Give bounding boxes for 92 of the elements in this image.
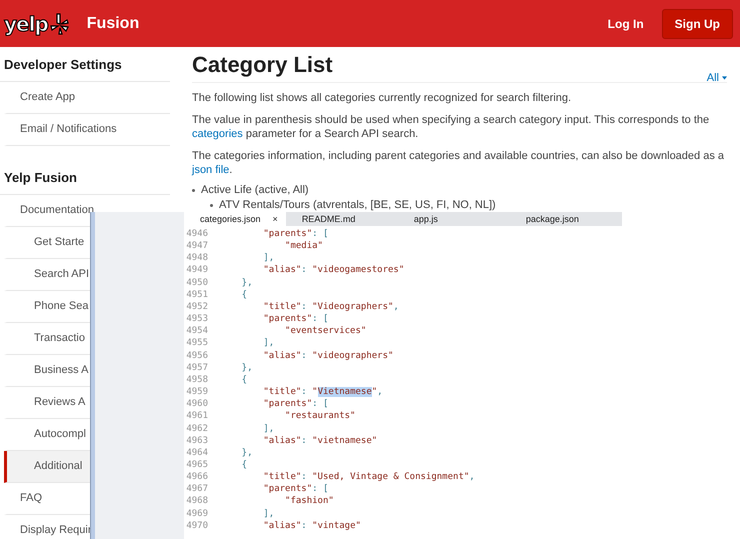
line-number: 4963: [185, 434, 209, 447]
line-number: 4951: [185, 288, 209, 301]
sidebar-item[interactable]: Display Requir: [20, 524, 92, 536]
page-title: Category List: [192, 52, 333, 78]
code-text: "title": "Videographers",: [262, 302, 399, 312]
line-number: 4958: [185, 374, 209, 386]
text-link[interactable]: categories: [192, 128, 243, 140]
line-number: 4952: [185, 300, 209, 314]
paragraph: The following list shows all categories currently recognized for search filtering.: [192, 91, 572, 105]
line-number: 4949: [185, 264, 209, 277]
sidebar-item[interactable]: Create App: [20, 91, 76, 103]
code-text: "alias": "videogamestores": [262, 265, 404, 276]
logo-text[interactable]: yelp: [4, 12, 48, 36]
line-number: 4953: [185, 313, 209, 326]
tab-label: categories.json: [200, 214, 261, 224]
editor-tab[interactable]: package.json: [510, 212, 622, 226]
tab-label: package.json: [526, 214, 579, 224]
code-text: "eventservices": [284, 326, 366, 336]
tab-label: README.md: [302, 214, 356, 224]
burst-logo-icon[interactable]: [48, 12, 69, 34]
code-text: ",: [372, 387, 383, 398]
line-number: 4955: [185, 337, 209, 350]
code-text: "parents": [: [262, 484, 328, 494]
line-number: 4969: [185, 508, 209, 520]
code-text: "title": ": [262, 387, 318, 398]
sidebar-item[interactable]: FAQ: [20, 492, 42, 504]
filter-dropdown[interactable]: All: [706, 72, 727, 84]
bullet-icon: [192, 189, 195, 192]
code-text: "parents": [: [262, 399, 328, 410]
code-text: ],: [262, 508, 274, 519]
caret-icon: [722, 76, 727, 80]
sidebar-item[interactable]: Transactio: [34, 332, 85, 344]
line-number: 4947: [185, 240, 209, 252]
sidebar-item[interactable]: Autocompl: [34, 428, 86, 440]
line-number: 4965: [185, 458, 209, 472]
close-icon[interactable]: ×: [272, 214, 278, 224]
code-text: {: [240, 374, 248, 385]
line-number: 4961: [185, 410, 209, 422]
bullet-icon: [210, 204, 213, 207]
line-number: 4964: [185, 446, 209, 459]
line-number: 4948: [185, 252, 209, 264]
sidebar-heading: Developer Settings: [0, 55, 170, 82]
editor-tab[interactable]: README.md: [286, 212, 398, 226]
line-number: 4957: [185, 362, 209, 374]
category-item: ATV Rentals/Tours (atvrentals, [BE, SE, US, FI, NO, NL]): [219, 199, 496, 212]
line-number: 4970: [185, 520, 209, 532]
code-text: "fashion": [284, 496, 334, 506]
code-text: "media": [284, 241, 323, 252]
code-text: "alias": "vietnamese": [262, 436, 378, 446]
sidebar-item[interactable]: Email / Notifications: [20, 123, 117, 135]
line-number: 4966: [185, 471, 209, 484]
line-number: 4960: [185, 398, 209, 410]
line-number: 4954: [185, 325, 209, 338]
code-text: {: [240, 290, 248, 300]
product-name: Fusion: [86, 14, 140, 32]
sidebar-item[interactable]: Search API: [34, 268, 90, 280]
sidebar-item[interactable]: Business A: [34, 364, 88, 376]
code-text: ],: [262, 253, 274, 264]
code-text: "title": "Used, Vintage & Consignment",: [262, 472, 475, 482]
code-text: "alias": "videographers": [262, 350, 394, 361]
code-text: "restaurants": [284, 411, 356, 422]
editor-tab[interactable]: app.js: [398, 212, 510, 226]
line-number: 4959: [185, 386, 209, 398]
text-link[interactable]: json file: [192, 164, 230, 176]
tab-label: app.js: [414, 214, 438, 224]
code-text: "parents": [: [262, 229, 328, 239]
sidebar-item[interactable]: Additional: [34, 460, 82, 472]
sign-up-button[interactable]: Sign Up: [662, 8, 733, 38]
log-in-link[interactable]: Log In: [608, 16, 644, 30]
sidebar-item[interactable]: Reviews A: [34, 396, 86, 408]
sidebar-item[interactable]: Phone Sea: [34, 300, 88, 312]
code-text: "parents": [: [262, 314, 328, 324]
line-number: 4950: [185, 276, 209, 289]
line-number: 4968: [185, 495, 209, 508]
category-item: Active Life (active, All): [201, 184, 309, 197]
code-text: },: [240, 448, 253, 458]
paragraph: The categories information, including parent categories and available countries, can also be downloaded as a json file.: [192, 149, 726, 177]
code-text: ],: [262, 424, 274, 434]
code-text: ],: [262, 338, 274, 348]
paragraph: The value in parenthesis should be used when specifying a search category input. This corresponds to the categories parameter for a Search API search.: [192, 113, 710, 141]
sidebar-heading: Yelp Fusion: [0, 168, 170, 195]
line-number: 4946: [185, 228, 209, 240]
line-number: 4956: [185, 350, 209, 362]
selected-text: Vietnamese: [318, 387, 372, 398]
line-number: 4967: [185, 483, 209, 496]
sidebar-item[interactable]: Get Starte: [34, 236, 84, 248]
line-number: 4962: [185, 422, 209, 435]
code-text: {: [240, 460, 248, 470]
sidebar-item[interactable]: Documentation: [20, 204, 94, 216]
code-text: },: [240, 278, 253, 288]
code-text: "alias": "vintage": [262, 520, 361, 531]
code-text: },: [240, 362, 253, 373]
